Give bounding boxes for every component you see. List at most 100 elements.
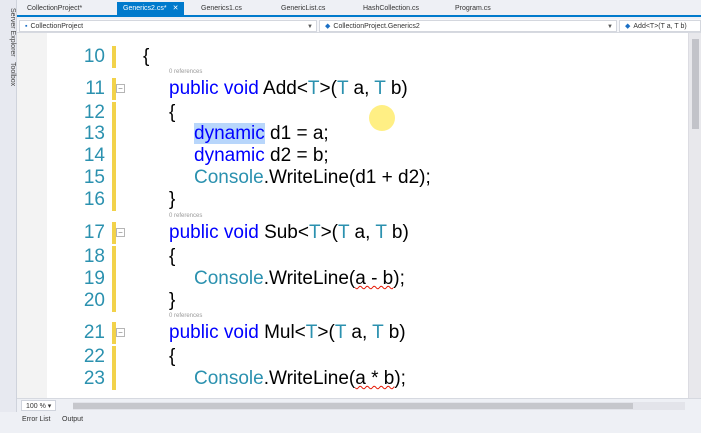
- change-marker: [112, 46, 116, 68]
- tab-label: Generics1.cs: [201, 5, 242, 12]
- line-number: 23: [83, 368, 105, 389]
- method-name: Add<: [263, 78, 308, 99]
- code-text: d1 = a;: [264, 123, 329, 144]
- tab-collectionproject[interactable]: CollectionProject*: [21, 2, 88, 15]
- type-param: T: [308, 222, 321, 243]
- line-number: 10: [83, 46, 105, 67]
- error-squiggle[interactable]: a - b: [355, 268, 393, 289]
- error-squiggle[interactable]: a * b: [355, 368, 394, 389]
- change-marker: [112, 102, 116, 124]
- tab-program[interactable]: Program.cs: [449, 2, 497, 15]
- type-name: Console: [194, 268, 264, 289]
- type-param: T: [374, 78, 386, 99]
- tab-label: Generics2.cs*: [123, 5, 167, 12]
- class-dropdown[interactable]: ◆ CollectionProject.Generics2 ▼: [319, 20, 617, 32]
- line-number: 15: [83, 167, 105, 188]
- code-text: .WriteLine(: [263, 368, 356, 389]
- code-line: 20 }: [17, 289, 701, 313]
- code-text: }: [169, 290, 176, 311]
- change-marker: [112, 167, 116, 189]
- collapse-icon[interactable]: −: [116, 228, 125, 237]
- vertical-scrollbar[interactable]: [688, 33, 701, 398]
- highlighted-keyword: dynamic: [194, 123, 265, 144]
- line-number: 20: [83, 290, 105, 311]
- code-line: 16 }: [17, 188, 701, 212]
- csharp-project-icon: ▪: [25, 23, 28, 30]
- line-number: 11: [85, 78, 105, 99]
- project-dropdown-label: CollectionProject: [30, 23, 84, 30]
- chevron-down-icon: ▼: [307, 24, 313, 30]
- type-param: T: [305, 322, 318, 343]
- code-text: .WriteLine(: [263, 268, 356, 289]
- codelens-references[interactable]: 0 references: [169, 213, 202, 219]
- code-text: a,: [348, 78, 375, 99]
- chevron-down-icon: ▼: [607, 24, 613, 30]
- close-icon[interactable]: ✕: [173, 5, 179, 12]
- code-text: >(: [317, 322, 335, 343]
- collapse-icon[interactable]: −: [116, 84, 125, 93]
- line-number: 17: [83, 222, 105, 243]
- code-line: 21 − public void Mul<T>(T a, T b): [17, 321, 701, 345]
- code-text: >(: [319, 78, 337, 99]
- line-number: 13: [83, 123, 105, 144]
- line-number: 16: [83, 189, 105, 210]
- tab-generics2[interactable]: Generics2.cs* ✕: [117, 2, 185, 15]
- editor-status-bar: 100 % ▾: [17, 398, 701, 412]
- code-line: 19 Console.WriteLine(a - b);: [17, 267, 701, 291]
- code-line: 11 − public void Add<T>(T a, T b): [17, 77, 701, 101]
- line-number: 19: [83, 268, 105, 289]
- tab-hashcollection[interactable]: HashCollection.cs: [357, 2, 425, 15]
- member-dropdown[interactable]: ◆ Add<T>(T a, T b): [619, 20, 701, 32]
- tab-output[interactable]: Output: [62, 416, 83, 423]
- code-line: 23 Console.WriteLine(a * b);: [17, 367, 701, 391]
- type-param: T: [307, 78, 320, 99]
- code-line: 17 − public void Sub<T>(T a, T b): [17, 221, 701, 245]
- type-param: T: [372, 322, 384, 343]
- line-number: 22: [83, 346, 105, 367]
- type-param: T: [334, 322, 347, 343]
- type-name: Console: [194, 167, 264, 188]
- code-text: a,: [349, 222, 376, 243]
- method-icon: ◆: [625, 23, 631, 30]
- tab-genericlist[interactable]: GenericList.cs: [275, 2, 331, 15]
- toolbox-tab[interactable]: Toolbox: [1, 62, 16, 86]
- scrollbar-thumb[interactable]: [73, 403, 633, 409]
- codelens-references[interactable]: 0 references: [169, 69, 202, 75]
- horizontal-scrollbar[interactable]: [73, 402, 685, 410]
- keyword: public void: [169, 222, 259, 243]
- tab-generics1[interactable]: Generics1.cs: [195, 2, 248, 15]
- code-text: {: [169, 346, 176, 367]
- tab-label: GenericList.cs: [281, 5, 326, 12]
- change-marker: [112, 346, 116, 368]
- codelens-references[interactable]: 0 references: [169, 313, 202, 319]
- member-dropdown-label: Add<T>(T a, T b): [633, 23, 687, 30]
- class-dropdown-label: CollectionProject.Generics2: [333, 23, 420, 30]
- code-line: 10 {: [17, 45, 701, 69]
- change-marker: [112, 368, 116, 390]
- collapse-icon[interactable]: −: [116, 328, 125, 337]
- keyword: public void: [169, 322, 259, 343]
- type-param: T: [336, 78, 349, 99]
- change-marker: [112, 145, 116, 167]
- tab-error-list[interactable]: Error List: [22, 416, 50, 423]
- tab-label: HashCollection.cs: [363, 5, 420, 12]
- scrollbar-thumb[interactable]: [692, 39, 699, 129]
- type-param: T: [375, 222, 387, 243]
- code-editor[interactable]: 10 { 0 references 11 − public void Add<T…: [17, 33, 701, 398]
- code-text: {: [143, 46, 150, 67]
- navigation-bar: ▪ CollectionProject ▼ ◆ CollectionProject.…: [17, 19, 701, 33]
- class-icon: ◆: [325, 23, 331, 30]
- code-text: {: [169, 246, 176, 267]
- bottom-tool-tabs: Error List Output: [0, 412, 701, 433]
- zoom-level: 100 %: [26, 403, 46, 410]
- server-explorer-tab[interactable]: Server Explorer: [1, 8, 16, 57]
- code-line: 14 dynamic d2 = b;: [17, 144, 701, 168]
- project-dropdown[interactable]: ▪ CollectionProject ▼: [19, 20, 317, 32]
- type-param: T: [338, 222, 350, 243]
- code-text: );: [393, 268, 405, 289]
- zoom-dropdown[interactable]: 100 % ▾: [21, 400, 57, 411]
- method-name: Sub<: [264, 222, 309, 243]
- keyword: dynamic: [194, 145, 265, 166]
- change-marker: [112, 189, 116, 211]
- change-marker: [112, 290, 116, 312]
